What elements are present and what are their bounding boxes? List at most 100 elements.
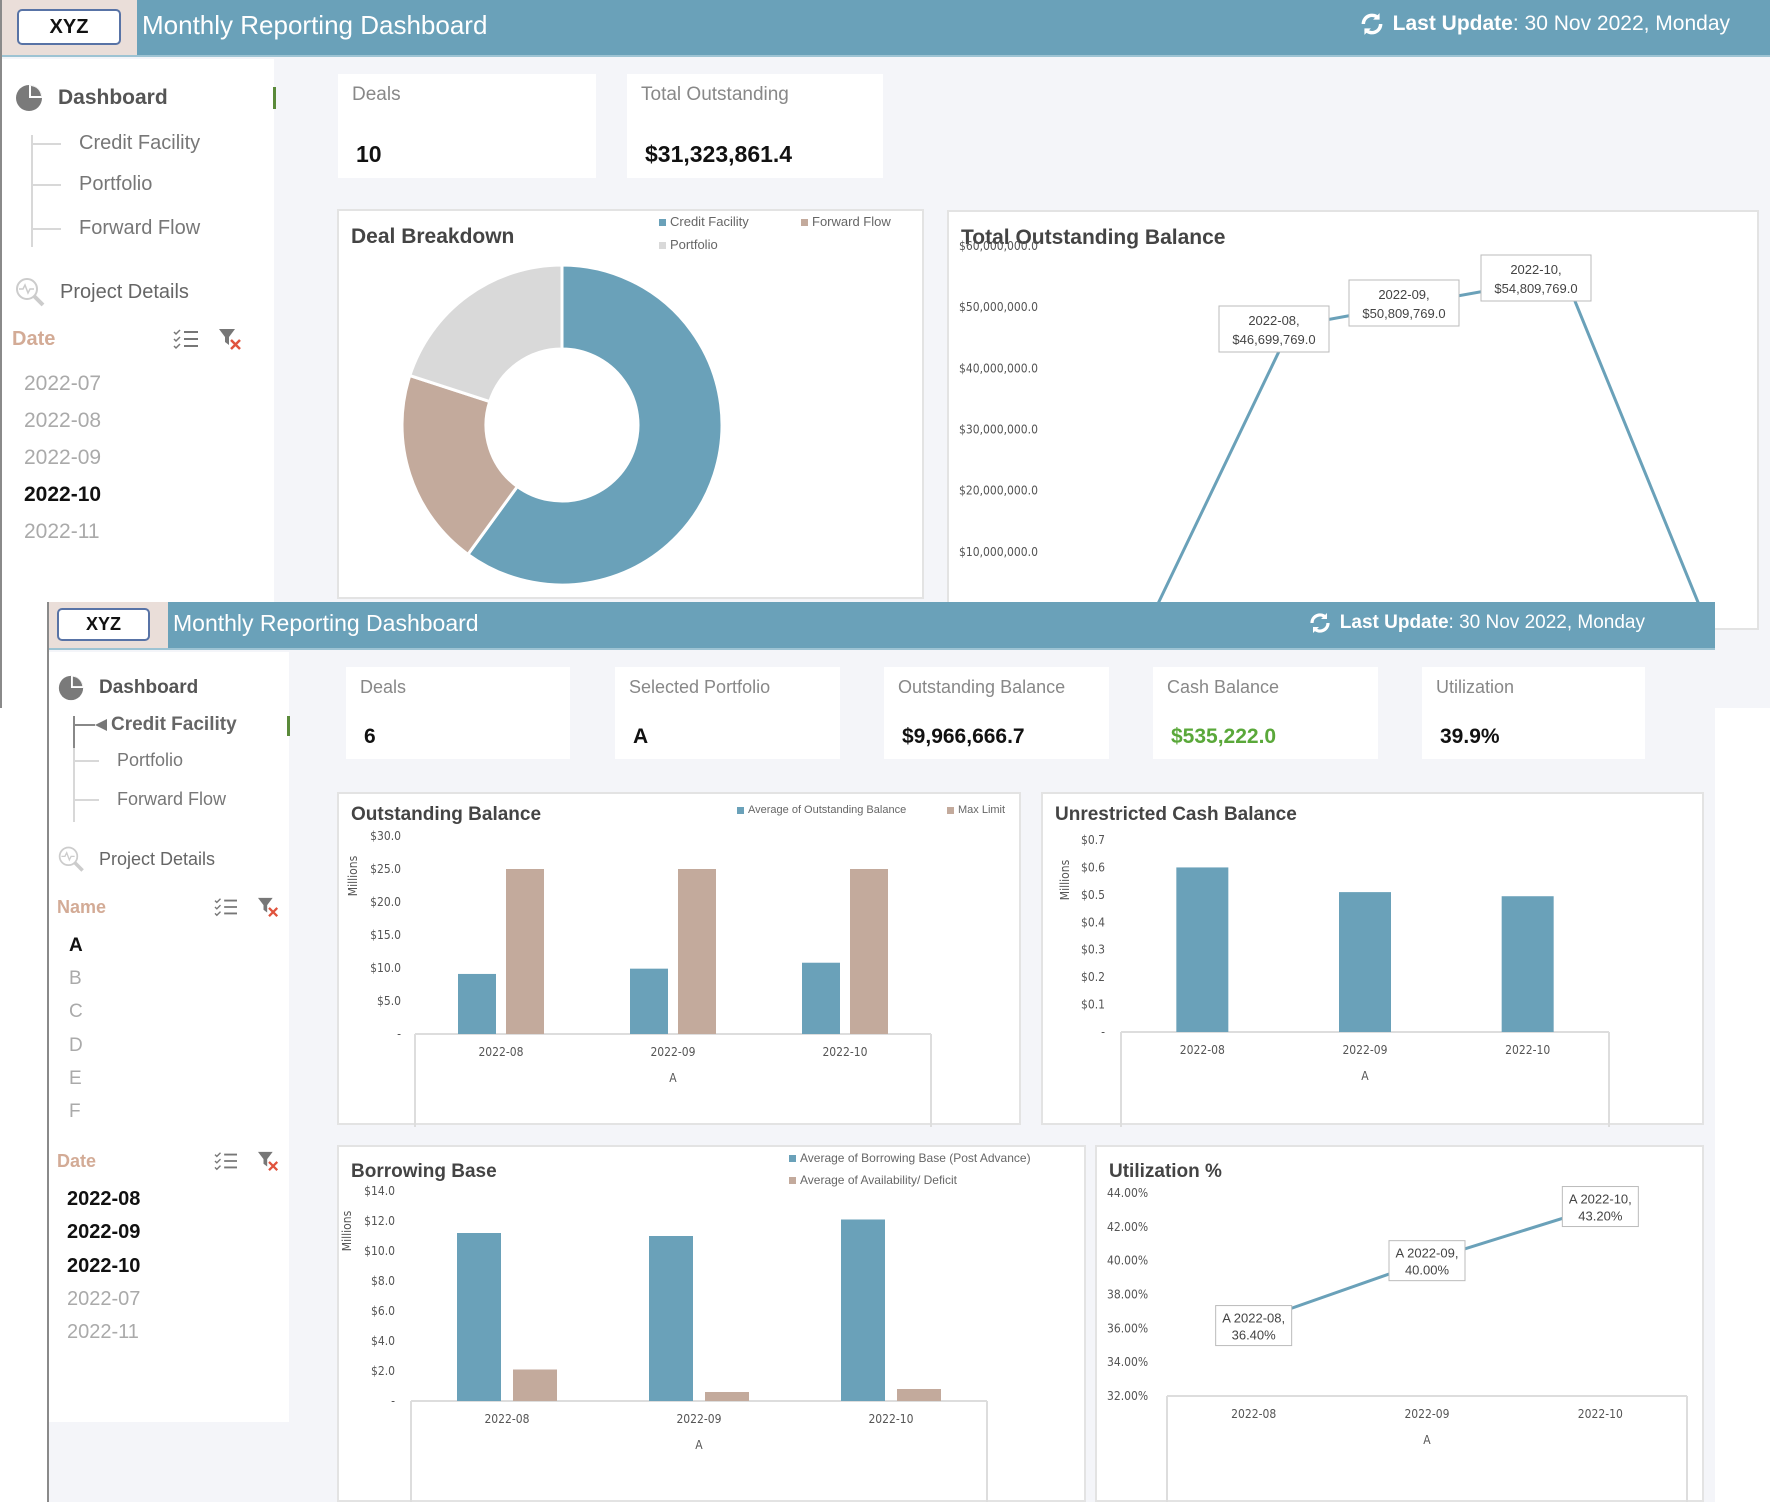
- y-tick-label: 32.00%: [1107, 1389, 1148, 1403]
- y-tick-label: 34.00%: [1107, 1355, 1148, 1369]
- y-tick-label: $20,000,000.0: [959, 484, 1038, 498]
- nav-portfolio[interactable]: Portfolio: [73, 750, 183, 771]
- borrowing-base-panel: Borrowing Base Average of Borrowing Base…: [337, 1145, 1086, 1502]
- date-slicer-item[interactable]: 2022-09: [67, 1221, 140, 1244]
- bar: [649, 1236, 693, 1401]
- multi-select-icon[interactable]: [213, 896, 239, 918]
- date-slicer-item[interactable]: 2022-07: [24, 372, 101, 396]
- y-tick-label: 38.00%: [1107, 1288, 1148, 1302]
- name-slicer-item[interactable]: D: [69, 1035, 83, 1057]
- brand-logo-button[interactable]: XYZ: [57, 608, 150, 641]
- x-tick-label: 2022-08: [478, 1045, 523, 1059]
- x-tick-label: 2022-09: [650, 1045, 695, 1059]
- bar: [705, 1392, 749, 1401]
- nav-credit-facility[interactable]: Credit Facility: [73, 714, 237, 736]
- last-update-label: Last Update: [1339, 612, 1449, 633]
- kpi-outstanding-balance-value: $9,966,666.7: [902, 725, 1025, 748]
- date-slicer-label: Date: [12, 327, 56, 350]
- brand-area: XYZ: [49, 602, 168, 648]
- bar: [802, 962, 840, 1034]
- dashboard-window-credit-facility: XYZ Monthly Reporting Dashboard Last Upd…: [47, 602, 1715, 1502]
- y-tick-label: $6.0: [371, 1304, 395, 1318]
- nav-forward-flow[interactable]: Forward Flow: [73, 789, 226, 810]
- y-axis-label: Millions: [346, 855, 360, 896]
- outstanding-balance-chart: $30.0 $25.0 $20.0 $15.0 $10.0 $5.0 - Millions 20…: [346, 829, 932, 1127]
- name-slicer-item[interactable]: A: [69, 935, 83, 957]
- nav-project-details[interactable]: Project Details: [14, 277, 189, 307]
- y-tick-label: $0.3: [1081, 943, 1105, 957]
- date-slicer-item[interactable]: 2022-07: [67, 1288, 140, 1311]
- clear-filter-icon[interactable]: [257, 896, 281, 918]
- y-tick-label: 40.00%: [1107, 1254, 1148, 1268]
- multi-select-icon[interactable]: [172, 327, 200, 351]
- nav-dashboard[interactable]: Dashboard: [57, 674, 198, 702]
- kpi-deals-value: 6: [364, 725, 376, 748]
- date-slicer-item[interactable]: 2022-10: [24, 483, 101, 507]
- brand-logo-button[interactable]: XYZ: [17, 9, 121, 45]
- name-slicer-item[interactable]: C: [69, 1001, 83, 1023]
- nav-project-details[interactable]: Project Details: [57, 845, 215, 873]
- y-tick-label: -: [391, 1394, 395, 1408]
- name-slicer-item[interactable]: F: [69, 1101, 81, 1123]
- nav-project-details-label: Project Details: [60, 280, 189, 303]
- bar: [1176, 867, 1229, 1032]
- unrestricted-cash-chart: $0.7 $0.6 $0.5 $0.4 $0.3 $0.2 $0.1 - Millions 202…: [1058, 833, 1610, 1127]
- kpi-selected-portfolio-value: A: [633, 725, 649, 748]
- kpi-cash-balance: Cash Balance $535,222.0: [1153, 667, 1378, 759]
- multi-select-icon[interactable]: [213, 1150, 239, 1172]
- data-label: 2022-08,: [1248, 313, 1299, 328]
- refresh-icon[interactable]: [1359, 11, 1385, 37]
- last-update: Last Update: 30 Nov 2022, Monday: [1359, 11, 1730, 37]
- date-slicer-item[interactable]: 2022-11: [24, 520, 100, 544]
- search-activity-icon: [58, 846, 84, 872]
- utilization-chart: 44.00% 42.00% 40.00% 38.00% 36.00% 34.00% 32.0…: [1107, 1186, 1688, 1502]
- nav-forward-flow-label: Forward Flow: [79, 217, 201, 239]
- y-tick-label: $2.0: [371, 1364, 395, 1378]
- name-slicer-item[interactable]: B: [69, 968, 82, 990]
- y-tick-label: 36.00%: [1107, 1321, 1148, 1335]
- y-tick-label: $0.4: [1081, 915, 1105, 929]
- y-tick-label: $60,000,000.0: [959, 239, 1038, 253]
- date-slicer-item[interactable]: 2022-08: [24, 409, 101, 433]
- clear-filter-icon[interactable]: [257, 1150, 281, 1172]
- clear-filter-icon[interactable]: [218, 327, 244, 351]
- y-tick-label: $10,000,000.0: [959, 545, 1038, 559]
- nav-dashboard[interactable]: Dashboard: [14, 83, 168, 113]
- nav-portfolio[interactable]: Portfolio: [31, 173, 152, 196]
- kpi-deals-label: Deals: [352, 84, 401, 105]
- bar: [513, 1369, 557, 1401]
- name-slicer-item[interactable]: E: [69, 1068, 82, 1090]
- y-tick-label: $40,000,000.0: [959, 361, 1038, 375]
- nav-dashboard-label: Dashboard: [99, 677, 199, 698]
- x-tick-label: 2022-09: [1342, 1043, 1387, 1057]
- date-slicer-item[interactable]: 2022-08: [67, 1188, 140, 1211]
- nav-forward-flow[interactable]: Forward Flow: [31, 217, 200, 240]
- x-group-label: A: [669, 1071, 677, 1085]
- deal-breakdown-panel: Deal Breakdown Credit Facility Forward F…: [337, 209, 924, 599]
- y-tick-label: 42.00%: [1107, 1220, 1148, 1234]
- date-slicer-item[interactable]: 2022-09: [24, 446, 101, 470]
- y-axis-label: Millions: [1058, 859, 1072, 900]
- y-tick-label: $30.0: [370, 829, 401, 843]
- y-tick-label: $10.0: [370, 961, 401, 975]
- date-slicer-item[interactable]: 2022-11: [67, 1321, 139, 1344]
- y-tick-label: -: [397, 1027, 401, 1041]
- nav-credit-facility[interactable]: Credit Facility: [31, 132, 200, 155]
- last-update-value: : 30 Nov 2022, Monday: [1512, 12, 1730, 35]
- refresh-icon[interactable]: [1308, 611, 1332, 635]
- data-label: 36.40%: [1232, 1328, 1277, 1343]
- data-label: 43.20%: [1578, 1209, 1623, 1224]
- kpi-deals: Deals 6: [346, 667, 570, 759]
- date-slicer-header: Date: [12, 327, 244, 351]
- unrestricted-cash-panel: Unrestricted Cash Balance $0.7 $0.6 $0.5 $0…: [1041, 792, 1704, 1127]
- date-slicer-item[interactable]: 2022-10: [67, 1255, 140, 1278]
- kpi-total-outstanding-label: Total Outstanding: [641, 84, 789, 105]
- bar: [841, 1219, 885, 1401]
- caret-left-icon: [95, 719, 107, 731]
- data-label: 2022-10,: [1510, 262, 1561, 277]
- y-tick-label: $20.0: [370, 895, 401, 909]
- last-update-value: : 30 Nov 2022, Monday: [1448, 612, 1645, 633]
- y-tick-label: $0.7: [1081, 833, 1105, 847]
- bar: [678, 869, 716, 1034]
- bar: [850, 869, 888, 1034]
